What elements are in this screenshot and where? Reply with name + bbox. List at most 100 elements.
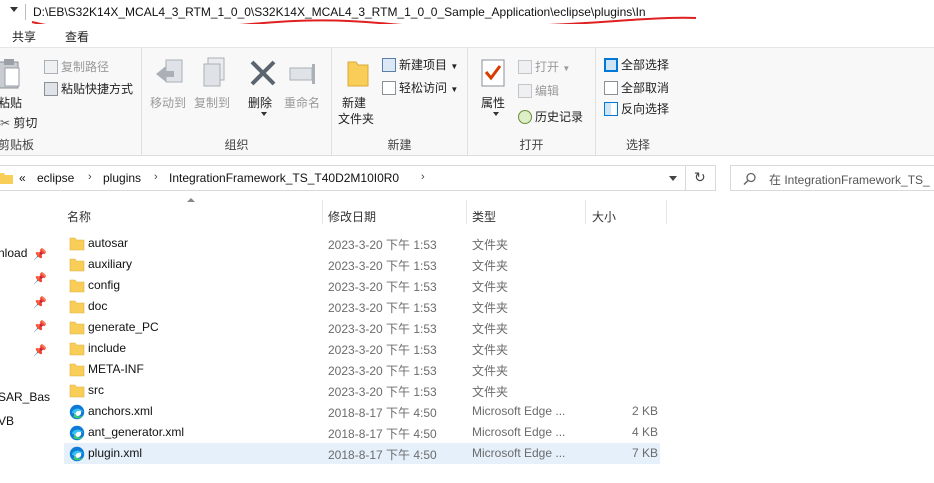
open-icon xyxy=(518,60,532,74)
delete-x-icon xyxy=(250,60,276,86)
chevron-right-icon[interactable]: › xyxy=(154,171,158,183)
rename-button[interactable]: 重命名 xyxy=(284,56,324,118)
easy-access-dropdown-icon: ▼ xyxy=(450,85,459,94)
new-folder-label-line1: 新建 xyxy=(342,96,367,110)
copy-to-label: 复制到 xyxy=(194,96,231,110)
file-name: auxiliary xyxy=(88,257,133,271)
file-name: META-INF xyxy=(88,362,144,376)
chevron-right-icon[interactable]: › xyxy=(421,171,425,183)
select-all-icon xyxy=(604,58,618,72)
history-button[interactable]: 历史记录 xyxy=(518,108,583,125)
sort-ascending-icon xyxy=(187,198,195,202)
file-row[interactable]: generate_PC 2023-3-20 下午 1:53 文件夹 xyxy=(64,317,660,338)
file-name: config xyxy=(88,278,121,292)
select-all-button[interactable]: 全部选择 xyxy=(604,56,669,73)
file-name: plugin.xml xyxy=(88,446,143,460)
file-row[interactable]: META-INF 2023-3-20 下午 1:53 文件夹 xyxy=(64,359,660,380)
tab-share[interactable]: 共享 xyxy=(12,28,36,45)
file-date: 2018-8-17 下午 4:50 xyxy=(328,448,437,462)
folder-icon xyxy=(69,278,85,293)
folder-icon xyxy=(69,299,85,314)
file-row[interactable]: autosar 2023-3-20 下午 1:53 文件夹 xyxy=(64,233,660,254)
pin-icon[interactable]: 📌 xyxy=(33,320,47,333)
file-type: 文件夹 xyxy=(472,259,509,273)
ribbon: 粘贴 复制路径 粘贴快捷方式 ✂ 剪切 剪贴板 移动到 复制到 删除 重命名 组… xyxy=(0,48,934,156)
new-item-dropdown-icon: ▼ xyxy=(450,62,459,71)
nav-item-vb[interactable]: VB xyxy=(0,414,14,428)
address-segment-plugins[interactable]: plugins xyxy=(103,171,141,185)
file-row[interactable]: src 2023-3-20 下午 1:53 文件夹 xyxy=(64,380,660,401)
file-date: 2018-8-17 下午 4:50 xyxy=(328,406,437,420)
title-bar: D:\EB\S32K14X_MCAL4_3_RTM_1_0_0\S32K14X_… xyxy=(0,0,934,32)
move-to-button[interactable]: 移动到 xyxy=(150,56,190,118)
copy-path-button[interactable]: 复制路径 xyxy=(44,58,109,75)
column-header-name[interactable]: 名称 xyxy=(67,208,91,225)
cut-button[interactable]: ✂ 剪切 xyxy=(0,114,37,131)
pin-icon[interactable]: 📌 xyxy=(33,344,47,357)
file-date: 2023-3-20 下午 1:53 xyxy=(328,322,437,336)
edge-icon xyxy=(69,425,85,441)
file-row[interactable]: anchors.xml 2018-8-17 下午 4:50 Microsoft Ed… xyxy=(64,401,660,422)
organize-group-label: 组织 xyxy=(224,138,249,152)
file-type: 文件夹 xyxy=(472,238,509,252)
quick-access-dropdown-icon[interactable] xyxy=(10,7,18,12)
refresh-button[interactable]: ↻ xyxy=(686,165,716,191)
new-item-button[interactable]: 新建项目 ▼ xyxy=(382,56,458,73)
delete-button[interactable]: 删除 xyxy=(246,56,280,118)
refresh-icon: ↻ xyxy=(694,169,706,185)
chevron-right-icon[interactable]: › xyxy=(88,171,92,183)
column-header-date[interactable]: 修改日期 xyxy=(328,208,376,225)
tab-view[interactable]: 查看 xyxy=(65,28,89,45)
paste-shortcut-button[interactable]: 粘贴快捷方式 xyxy=(44,80,133,97)
search-input[interactable]: 在 IntegrationFramework_TS_ xyxy=(769,171,930,188)
folder-icon xyxy=(69,383,85,398)
easy-access-button[interactable]: 轻松访问 ▼ xyxy=(382,79,458,96)
file-row[interactable]: doc 2023-3-20 下午 1:53 文件夹 xyxy=(64,296,660,317)
open-button[interactable]: 打开 ▼ xyxy=(518,58,570,75)
file-row[interactable]: plugin.xml 2018-8-17 下午 4:50 Microsoft Edg… xyxy=(64,443,660,464)
file-size: 2 KB xyxy=(631,404,658,418)
column-divider[interactable] xyxy=(466,200,467,224)
file-date: 2023-3-20 下午 1:53 xyxy=(328,259,437,273)
pin-icon[interactable]: 📌 xyxy=(33,272,47,285)
invert-selection-button[interactable]: 反向选择 xyxy=(604,100,669,117)
paste-button[interactable]: 粘贴 xyxy=(0,58,28,118)
search-box[interactable]: 在 IntegrationFramework_TS_ xyxy=(730,165,934,191)
select-none-button[interactable]: 全部取消 xyxy=(604,79,669,96)
file-date: 2018-8-17 下午 4:50 xyxy=(328,427,437,441)
file-name: src xyxy=(88,383,104,397)
edit-button[interactable]: 编辑 xyxy=(518,82,559,99)
column-header-size[interactable]: 大小 xyxy=(592,208,616,225)
file-type: 文件夹 xyxy=(472,385,509,399)
nav-item-autosar[interactable]: SAR_Bas xyxy=(0,390,50,404)
column-divider[interactable] xyxy=(322,200,323,224)
pin-icon[interactable]: 📌 xyxy=(33,248,47,261)
move-to-icon xyxy=(156,59,183,83)
file-date: 2023-3-20 下午 1:53 xyxy=(328,343,437,357)
file-row[interactable]: ant_generator.xml 2018-8-17 下午 4:50 Micros… xyxy=(64,422,660,443)
file-name: generate_PC xyxy=(88,320,159,334)
pin-icon[interactable]: 📌 xyxy=(33,296,47,309)
file-row[interactable]: include 2023-3-20 下午 1:53 文件夹 xyxy=(64,338,660,359)
address-overflow-button[interactable]: « xyxy=(19,171,26,185)
address-history-dropdown-icon[interactable] xyxy=(669,176,677,181)
column-divider[interactable] xyxy=(666,200,667,224)
properties-dropdown-icon[interactable] xyxy=(493,112,499,116)
address-bar[interactable]: « eclipse › plugins › IntegrationFramewo… xyxy=(0,165,686,191)
file-row[interactable]: config 2023-3-20 下午 1:53 文件夹 xyxy=(64,275,660,296)
file-list: 名称 修改日期 类型 大小 autosar 2023-3-20 下午 1:53 文件… xyxy=(50,196,934,483)
new-folder-button[interactable]: 新建 文件夹 xyxy=(336,56,378,132)
folder-icon xyxy=(69,341,85,356)
column-divider[interactable] xyxy=(585,200,586,224)
properties-button[interactable]: 属性 xyxy=(476,56,510,126)
address-segment-current[interactable]: IntegrationFramework_TS_T40D2M10I0R0 xyxy=(169,171,399,185)
address-segment-eclipse[interactable]: eclipse xyxy=(37,171,74,185)
navigation-pane: nload 📌 📌 📌 📌 📌 SAR_Bas VB xyxy=(0,196,50,483)
title-separator xyxy=(25,4,26,20)
file-row[interactable]: auxiliary 2023-3-20 下午 1:53 文件夹 xyxy=(64,254,660,275)
copy-to-button[interactable]: 复制到 xyxy=(194,56,234,118)
column-header-type[interactable]: 类型 xyxy=(472,208,496,225)
delete-dropdown-icon[interactable] xyxy=(261,112,267,116)
nav-item-download[interactable]: nload xyxy=(0,246,27,260)
new-folder-label-line2: 文件夹 xyxy=(338,112,375,126)
